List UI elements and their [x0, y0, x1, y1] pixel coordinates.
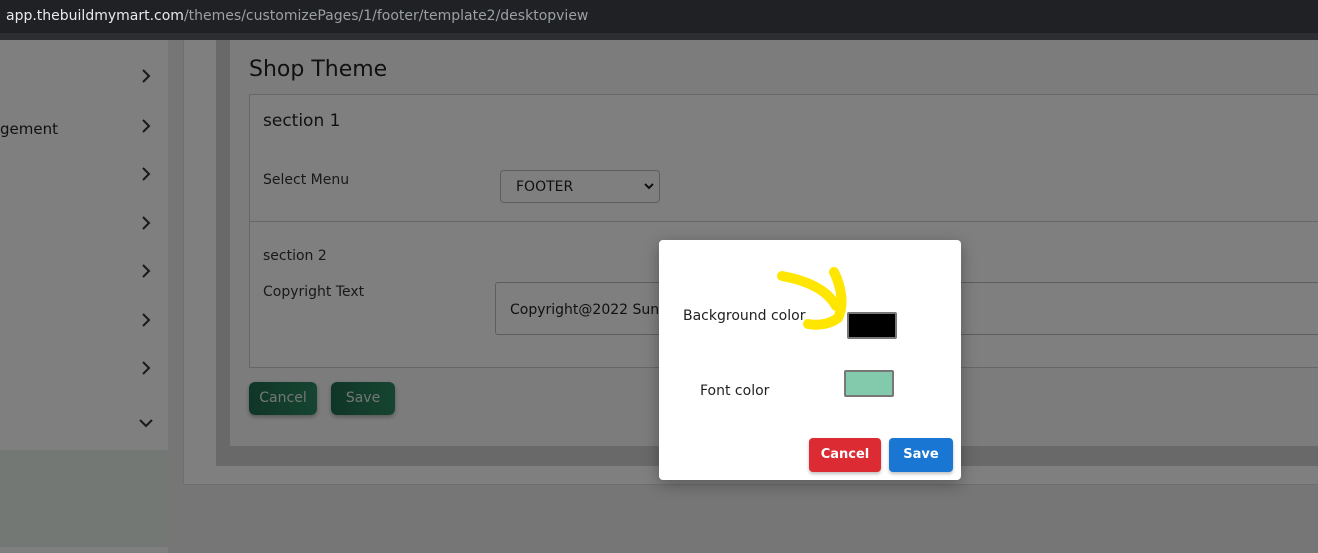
modal-save-button[interactable]: Save — [889, 438, 953, 472]
font-color-picker[interactable] — [844, 370, 894, 397]
annotation-arrow-icon — [777, 267, 847, 330]
background-color-picker[interactable] — [847, 312, 897, 339]
address-bar[interactable]: app.thebuildmymart.com/themes/customizeP… — [0, 0, 1318, 33]
toolbar-divider — [0, 33, 1318, 40]
modal-cancel-button[interactable]: Cancel — [809, 438, 881, 472]
url-host: app.thebuildmymart.com — [6, 8, 184, 24]
url-path: /themes/customizePages/1/footer/template… — [183, 8, 589, 24]
font-color-label: Font color — [700, 383, 770, 399]
